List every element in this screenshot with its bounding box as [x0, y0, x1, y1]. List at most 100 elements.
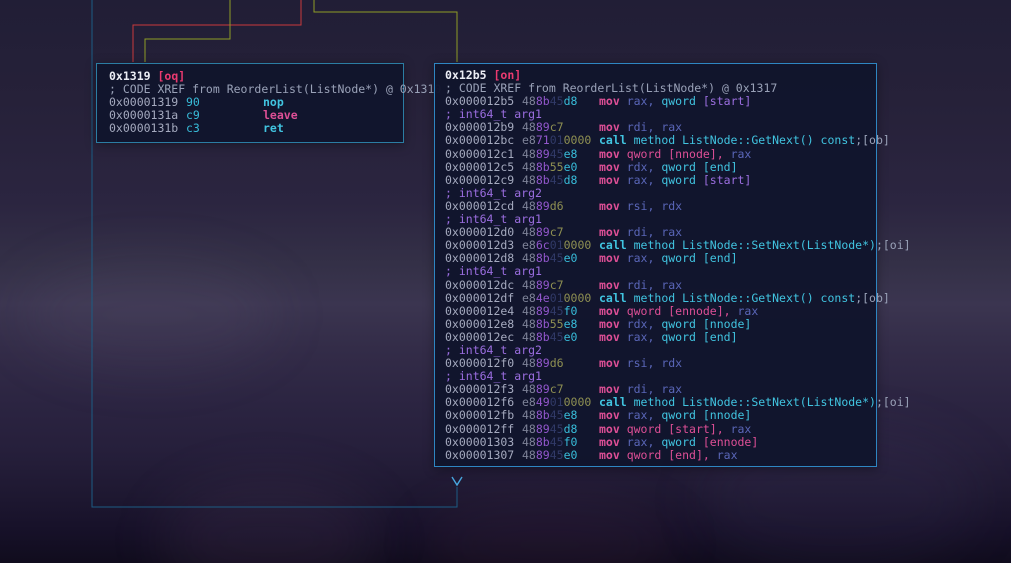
asm-token: mov [599, 251, 627, 266]
byte-pair: e8 [522, 133, 536, 148]
comment-text: ; int64_t arg2 [445, 342, 542, 357]
byte-pair: 00 [577, 395, 592, 410]
byte-pair: d8 [563, 94, 578, 109]
byte-pair: 00 [563, 133, 578, 148]
asm-token: mov [599, 356, 627, 371]
asm-token: rdi, [626, 277, 662, 292]
byte-pair: c7 [549, 225, 564, 240]
asm-line-0x00001307[interactable]: 0x00001307 488945e0 mov qword [end], rax [435, 447, 876, 462]
byte-pair: 48 [522, 94, 536, 109]
byte-pair: 89 [535, 303, 550, 318]
byte-pair: 45 [549, 303, 564, 318]
instruction-address: 0x000012c1 [445, 146, 515, 161]
asm-token: rsi, [626, 198, 662, 213]
asm-token: ;[oi] [875, 238, 911, 253]
byte-pair: e0 [563, 159, 578, 174]
byte-pair: 45 [549, 434, 564, 449]
byte-pair: 89 [535, 277, 550, 292]
asm-token: rdx, [626, 316, 662, 331]
instruction-bytes: 488945e0 [522, 447, 599, 462]
comment-text: ; int64_t arg2 [445, 185, 542, 200]
instruction-address: 0x000012c5 [445, 159, 515, 174]
asm-token: ret [263, 121, 284, 136]
graph-block-0x12b5[interactable]: 0x12b5 [on]; CODE XREF from ReorderList(… [434, 63, 911, 467]
asm-token: mov [599, 316, 627, 331]
byte-pair: 89 [535, 356, 550, 371]
asm-token: rax [661, 225, 683, 240]
byte-pair: 48 [522, 356, 536, 371]
byte-pair: 45 [549, 421, 564, 436]
byte-pair: d6 [549, 198, 564, 213]
asm-line-0x0000131b[interactable]: 0x0000131b c3 ret [97, 122, 403, 135]
asm-token: qword [end], [626, 447, 717, 462]
byte-pair: 8b [535, 251, 550, 266]
asm-token: qword [nnode], [626, 146, 731, 161]
byte-pair: 89 [535, 447, 550, 462]
byte-pair: 45 [549, 408, 564, 423]
instruction-address: 0x00001303 [445, 434, 515, 449]
comment-text: ; int64_t arg1 [445, 369, 542, 384]
asm-token: rax [716, 447, 738, 462]
asm-token: rax [661, 277, 683, 292]
instruction-address: 0x0000131b [109, 121, 179, 136]
asm-token: [nnode] [702, 316, 752, 331]
asm-token: rdi, [626, 120, 662, 135]
asm-token: call [599, 395, 634, 410]
byte-pair: 45 [549, 172, 564, 187]
graph-edge-olive-left [144, 0, 231, 62]
byte-pair: e8 [563, 316, 578, 331]
byte-pair: e8 [522, 290, 536, 305]
instruction-address: 0x000012bc [445, 133, 515, 148]
asm-token: qword [661, 172, 703, 187]
byte-pair: 48 [522, 251, 536, 266]
instruction-bytes: c3 [186, 122, 263, 135]
asm-token: rax, [626, 251, 662, 266]
asm-token: rax, [626, 329, 662, 344]
byte-pair: 8b [535, 329, 550, 344]
byte-pair: 00 [563, 290, 578, 305]
asm-token: rdx [661, 198, 683, 213]
disassembly-graph-canvas[interactable]: 0x1319 [oq]; CODE XREF from ReorderList(… [0, 0, 1011, 563]
asm-token: rax [661, 382, 683, 397]
byte-pair: 90 [186, 95, 200, 110]
instruction-address: 0x000012ff [445, 421, 515, 436]
byte-pair: e8 [522, 395, 536, 410]
asm-token: rdx, [626, 159, 662, 174]
asm-token: call [599, 290, 634, 305]
block-address: 0x12b5 [445, 68, 494, 82]
byte-pair: 48 [522, 329, 536, 344]
byte-pair: c7 [549, 277, 564, 292]
asm-token: mov [599, 408, 627, 423]
asm-token: [end] [702, 329, 738, 344]
byte-pair: 49 [535, 395, 550, 410]
instruction-address: 0x00001307 [445, 447, 515, 462]
asm-token: mov [599, 225, 627, 240]
byte-pair: 00 [577, 133, 592, 148]
asm-token: qword [ennode], [626, 303, 738, 318]
asm-token: method ListNode::GetNext() const [633, 290, 856, 305]
graph-edge-olive-right [313, 0, 458, 62]
byte-pair: 48 [522, 421, 536, 436]
asm-token: rax, [626, 434, 662, 449]
byte-pair: 45 [549, 447, 564, 462]
byte-pair: 45 [549, 251, 564, 266]
asm-token: [nnode] [702, 408, 752, 423]
byte-pair: 45 [549, 94, 564, 109]
byte-pair: 00 [563, 395, 578, 410]
asm-token: mov [599, 447, 627, 462]
byte-pair: e0 [563, 447, 578, 462]
asm-token: mov [599, 421, 627, 436]
byte-pair: e0 [563, 251, 578, 266]
asm-token: qword [start], [626, 421, 731, 436]
asm-token: rax, [626, 94, 662, 109]
comment-text: ; CODE XREF from ReorderList(ListNode*) … [109, 82, 442, 97]
byte-pair: 48 [522, 303, 536, 318]
graph-block-0x1319[interactable]: 0x1319 [oq]; CODE XREF from ReorderList(… [96, 63, 441, 143]
asm-token: [start] [702, 172, 752, 187]
instruction-address: 0x000012fb [445, 408, 515, 423]
asm-token: rdx [661, 356, 683, 371]
byte-pair: 8b [535, 408, 550, 423]
asm-token: mov [599, 329, 627, 344]
byte-pair: 8b [535, 94, 550, 109]
byte-pair: 00 [577, 290, 592, 305]
